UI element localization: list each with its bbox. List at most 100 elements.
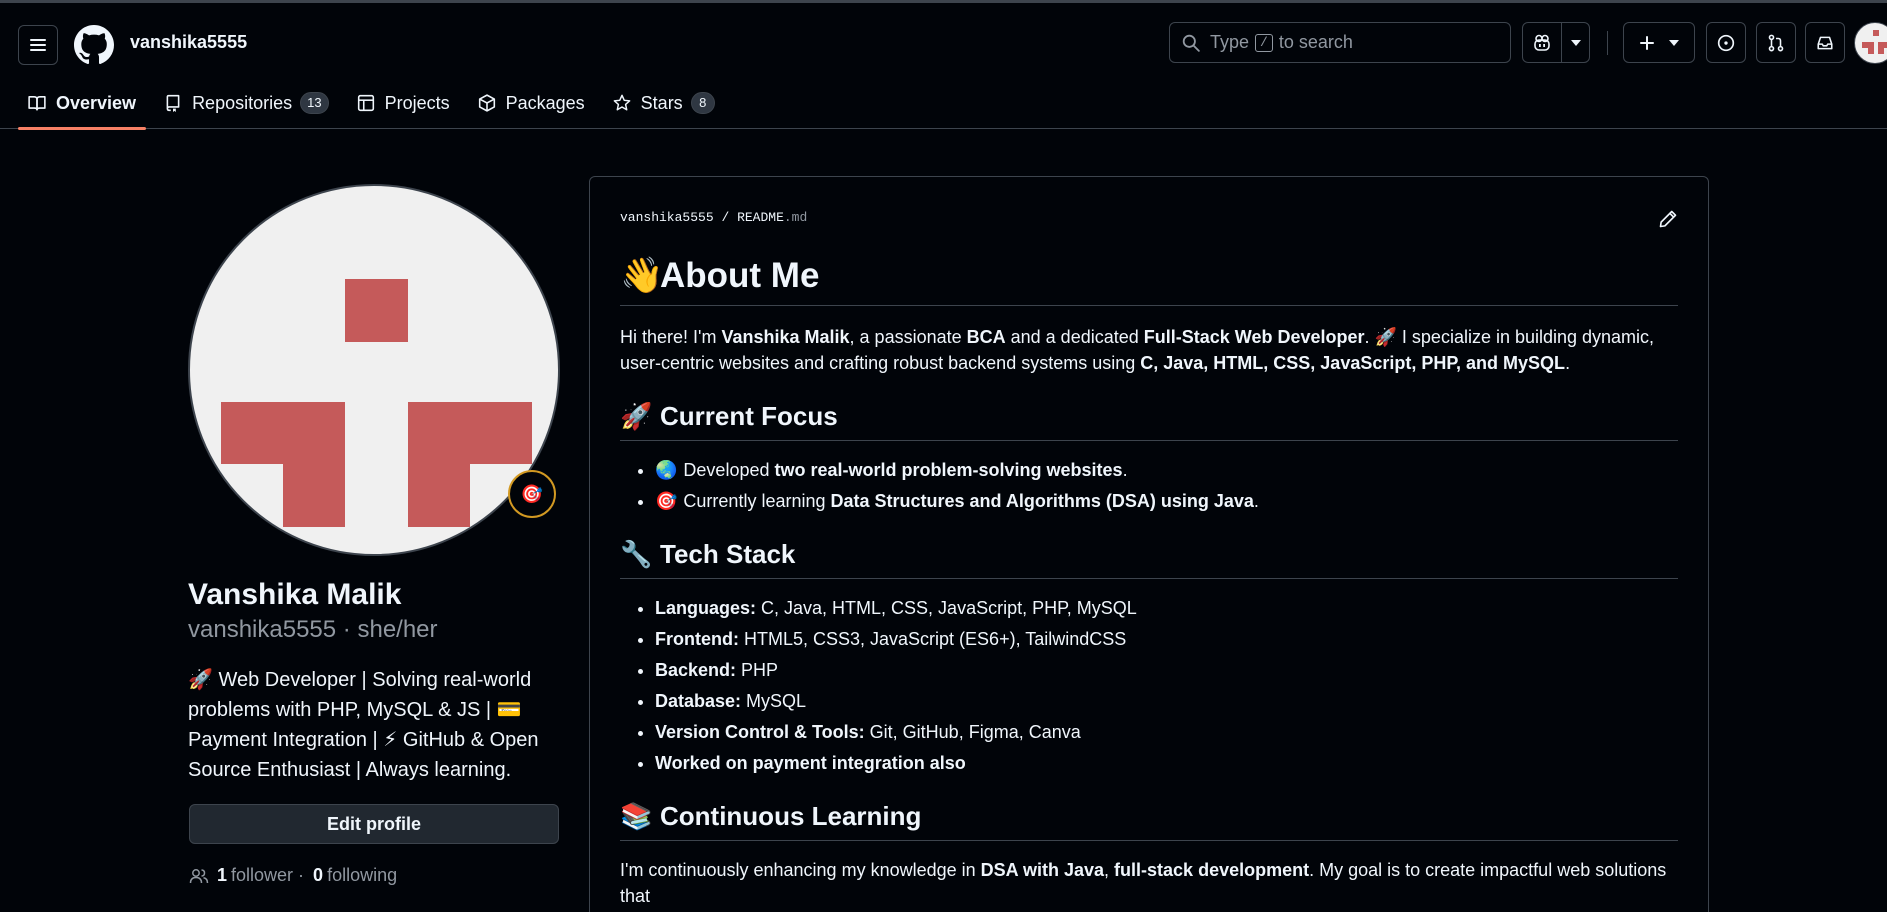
list-item: 🎯Currently learning Data Structures and … (655, 488, 1678, 514)
heading-tech-stack: 🔧 Tech Stack (620, 536, 1678, 579)
list-item: Languages: C, Java, HTML, CSS, JavaScrip… (655, 595, 1678, 621)
target-icon: 🎯 (655, 491, 678, 511)
following-label: following (327, 865, 398, 885)
user-avatar-button[interactable] (1854, 22, 1887, 64)
waving-hand-icon: 👋 (620, 256, 664, 295)
readme-file-path: vanshika5555 / README.md (620, 210, 807, 225)
copilot-button[interactable] (1522, 22, 1562, 63)
inbox-button[interactable] (1805, 22, 1845, 63)
list-item: Version Control & Tools: Git, GitHub, Fi… (655, 719, 1678, 745)
open-menu-button[interactable] (18, 25, 58, 65)
tab-projects[interactable]: Projects (347, 85, 460, 129)
profile-tabs: Overview Repositories 13 Projects Packag… (18, 85, 733, 130)
status-emoji-button[interactable]: 🎯 (508, 470, 556, 518)
profile-username: vanshika5555 (188, 616, 337, 643)
tab-label: Packages (505, 92, 585, 113)
bold-run: DSA with Java (980, 860, 1105, 880)
search-placeholder-after: to search (1278, 32, 1353, 52)
tab-label: Projects (384, 92, 450, 113)
text-run: and a dedicated (1005, 327, 1144, 347)
people-icon (189, 868, 209, 883)
list-item: Database: MySQL (655, 688, 1678, 714)
copilot-icon (1534, 34, 1550, 51)
list-item: Worked on payment integration also (655, 750, 1678, 776)
followers-label: follower (231, 865, 294, 885)
tab-repositories[interactable]: Repositories 13 (154, 85, 339, 129)
profile-full-name: Vanshika Malik (188, 578, 402, 611)
text-run: . (1122, 460, 1128, 480)
bold-run: Version Control & Tools: (655, 722, 865, 742)
text-run: I'm continuously enhancing my knowledge … (620, 860, 981, 880)
text-run: Currently learning (683, 491, 831, 511)
text-run: Hi there! I'm (620, 327, 722, 347)
context-owner-link[interactable]: vanshika5555 (130, 32, 247, 53)
top-bar: vanshika5555 Type / to search (18, 22, 1887, 65)
text-run: MySQL (741, 691, 807, 711)
readme-owner-link[interactable]: vanshika5555 (620, 210, 714, 225)
readme-file-name: README.md (737, 210, 807, 225)
bold-run: Worked on payment integration also (655, 753, 966, 773)
pull-requests-button[interactable] (1756, 22, 1796, 63)
text-run: PHP (736, 660, 779, 680)
search-input[interactable]: Type / to search (1169, 22, 1511, 63)
search-shortcut-key: / (1255, 33, 1273, 52)
profile-readme-card: vanshika5555 / README.md 👋About Me Hi th… (589, 176, 1709, 912)
pencil-icon[interactable] (1658, 209, 1678, 229)
text-run: Git, GitHub, Figma, Canva (864, 722, 1081, 742)
file-basename: README (737, 210, 784, 225)
profile-username-line: vanshika5555 · she/her (188, 616, 438, 644)
github-logo-icon[interactable] (74, 25, 114, 65)
bold-run: Languages: (655, 598, 757, 618)
separator-dot: · (342, 616, 351, 643)
repositories-count-badge: 13 (300, 92, 329, 114)
package-icon (478, 94, 495, 112)
repo-icon (166, 94, 180, 112)
following-link[interactable]: 0 following (309, 865, 397, 886)
issues-button[interactable] (1706, 22, 1746, 63)
copilot-dropdown-button[interactable] (1561, 22, 1590, 63)
text-run: HTML5, CSS3, JavaScript (ES6+), Tailwind… (738, 629, 1127, 649)
hamburger-icon (30, 39, 46, 51)
book-icon (28, 96, 46, 111)
bold-run: full-stack development (1114, 860, 1310, 880)
stars-count-badge: 8 (690, 92, 715, 114)
followers-count: 1 (217, 865, 228, 885)
tab-stars[interactable]: Stars 8 (603, 85, 725, 129)
target-icon: 🎯 (520, 483, 544, 504)
intro-paragraph: Hi there! I'm Vanshika Malik, a passiona… (620, 324, 1678, 376)
profile-avatar[interactable] (188, 184, 560, 556)
tech-stack-list: Languages: C, Java, HTML, CSS, JavaScrip… (620, 595, 1678, 776)
followers-link[interactable]: 1 follower (213, 865, 293, 886)
globe-icon: 🌏 (655, 460, 678, 480)
bold-run: C, Java, HTML, CSS, JavaScript, PHP, and… (1140, 353, 1566, 373)
heading-text: About Me (660, 256, 820, 295)
wrench-icon: 🔧 (620, 539, 653, 569)
text-run: . (1565, 353, 1571, 373)
heading-text: Current Focus (660, 401, 838, 431)
bold-run: Database: (655, 691, 742, 711)
tab-label: Repositories (192, 92, 293, 113)
bold-run: Full-Stack Web Developer (1143, 327, 1365, 347)
search-icon (1182, 34, 1200, 52)
identicon-avatar (221, 279, 532, 527)
heading-text: Continuous Learning (660, 801, 922, 831)
table-icon (357, 94, 374, 112)
star-icon (613, 94, 631, 111)
text-run: , (1104, 860, 1115, 880)
tab-overview[interactable]: Overview (18, 85, 147, 130)
learning-paragraph: I'm continuously enhancing my knowledge … (620, 857, 1678, 909)
readme-markdown-body: 👋About Me Hi there! I'm Vanshika Malik, … (620, 253, 1678, 909)
list-item: Backend: PHP (655, 657, 1678, 683)
triangle-down-icon (1570, 39, 1581, 46)
tab-packages[interactable]: Packages (468, 85, 595, 129)
books-icon: 📚 (620, 801, 653, 831)
heading-continuous-learning: 📚 Continuous Learning (620, 798, 1678, 841)
list-item: 🌏Developed two real-world problem-solvin… (655, 457, 1678, 483)
bold-run: Vanshika Malik (721, 327, 850, 347)
inbox-icon (1817, 36, 1833, 49)
text-run: Developed (683, 460, 775, 480)
plus-icon (1640, 35, 1654, 50)
edit-profile-button[interactable]: Edit profile (189, 804, 559, 844)
tab-label: Stars (640, 92, 683, 113)
create-new-button[interactable] (1623, 22, 1695, 63)
